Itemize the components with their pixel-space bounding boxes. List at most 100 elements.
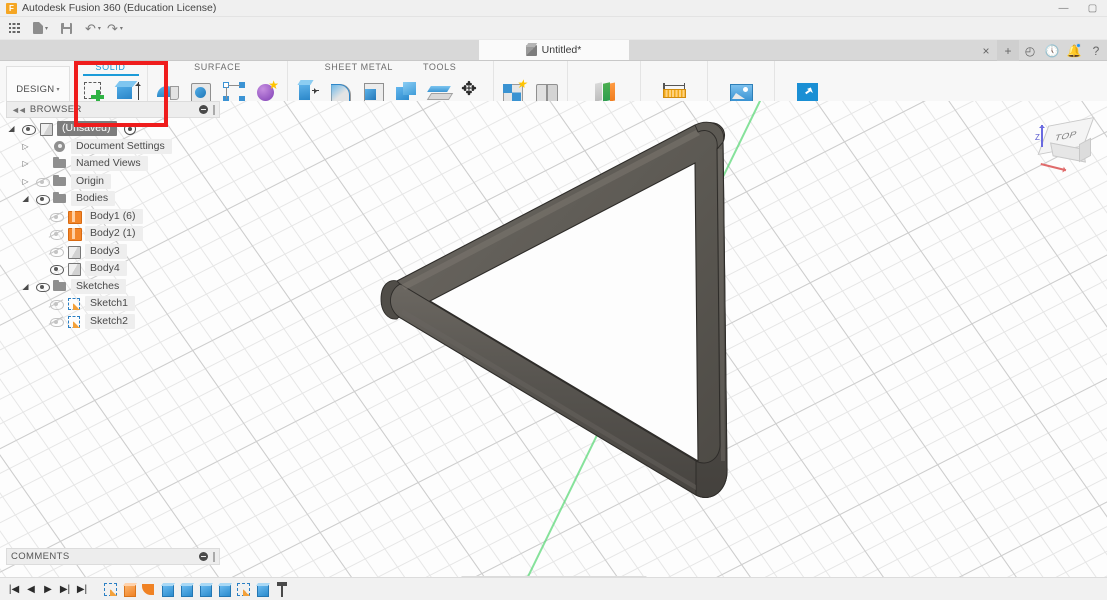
expand-arrow-closed-icon[interactable]: ▷ [20,159,31,168]
timeline-extrude3[interactable] [178,580,196,599]
visibility-eye-icon[interactable] [48,245,64,258]
document-tab-label: Untitled* [541,44,582,56]
folder-icon [53,157,67,170]
go-to-end-button[interactable]: ▶| [74,580,90,599]
expand-arrow-open-icon[interactable]: ◢ [20,282,31,291]
browser-item-label: Origin [71,173,112,189]
step-forward-button[interactable]: ▶| [57,580,73,599]
go-to-beginning-button[interactable]: |◀ [6,580,22,599]
browser-item-sketches[interactable]: ◢ Sketches [6,278,220,296]
visibility-eye-icon[interactable] [48,210,64,223]
browser-item-sketch1[interactable]: Sketch1 [6,295,220,313]
visibility-eye-icon[interactable] [48,315,64,328]
timeline-extrude6[interactable] [254,580,272,599]
visibility-eye-icon[interactable] [48,228,64,240]
browser-title: BROWSER [29,104,82,115]
triangular-rack-body[interactable] [355,109,755,539]
tab-surface[interactable]: SURFACE [194,61,241,74]
sketch-icon [237,582,251,596]
timeline-end-marker[interactable] [273,580,291,599]
comments-settings-icon[interactable] [199,552,208,561]
step-back-button[interactable]: ◀ [23,580,39,599]
undo-caret-icon: ▾ [97,25,101,32]
view-cube[interactable]: TOP Z [1027,105,1099,183]
folder-icon [53,174,67,188]
browser-settings-icon[interactable] [199,105,208,114]
comments-resize-grip[interactable] [213,551,215,562]
browser-item-unsaved[interactable]: ◢ (Unsaved) [6,120,220,138]
browser-item-named-views[interactable]: ▷ Named Views [6,155,220,173]
quick-access-toolbar: ▾ ↶ ▾ ↷ ▾ [0,17,1107,40]
document-cube-icon [39,122,53,137]
visibility-eye-icon[interactable] [35,193,50,205]
new-tab-button[interactable]: + [997,40,1019,61]
expand-arrow-closed-icon[interactable]: ▷ [20,142,31,151]
body-orange-icon [67,210,82,224]
extrude-blue-icon [256,583,270,597]
workspace-caret-icon: ▾ [56,86,60,93]
timeline-extrude4[interactable] [197,580,215,599]
new-file-button[interactable]: ▾ [30,18,51,38]
job-status-icon[interactable]: ◴ [1019,40,1041,61]
body-grey-icon [67,262,81,277]
browser-item-label: Body1 (6) [85,208,143,224]
browser-item-body1-6[interactable]: Body1 (6) [6,208,220,226]
play-button[interactable]: ▶ [40,580,56,599]
redo-button[interactable]: ↷ ▾ [104,18,126,38]
maximize-button[interactable]: ▢ [1078,0,1107,17]
tab-solid[interactable]: SOLID [95,61,125,74]
body-orange-icon [67,227,82,242]
browser-item-body4[interactable]: Body4 [6,260,220,278]
sketch-icon [104,582,118,596]
browser-item-origin[interactable]: ▷ Origin [6,173,220,191]
apps-grid-button[interactable] [6,18,23,38]
new-file-icon [33,22,43,34]
help-icon[interactable]: ? [1085,40,1107,61]
browser-resize-grip[interactable] [213,104,215,115]
expand-arrow-open-icon[interactable]: ◢ [6,124,17,133]
timeline-sketch2[interactable] [235,580,253,599]
redo-caret-icon: ▾ [119,25,123,32]
expand-arrow-closed-icon[interactable]: ▷ [20,177,31,186]
undo-icon: ↶ [85,20,96,36]
notifications-icon[interactable]: 🔔 [1063,40,1085,61]
sketch-icon [67,297,81,311]
timeline-fillet1[interactable] [140,580,158,599]
fusion360-app-icon: F [6,2,17,14]
close-tab-button[interactable]: × [975,40,997,61]
browser-item-body3[interactable]: Body3 [6,243,220,261]
browser-item-bodies[interactable]: ◢ Bodies [6,190,220,208]
tab-tools[interactable]: TOOLS [423,61,456,74]
minimize-button[interactable]: — [1049,0,1078,17]
timeline-extrude5[interactable] [216,580,234,599]
visibility-eye-icon[interactable] [48,298,64,310]
redo-icon: ↷ [106,20,118,36]
visibility-eye-icon[interactable] [35,280,50,293]
browser-item-label: Body2 (1) [85,226,143,242]
browser-collapse-icon[interactable]: ◄◄ [11,105,27,115]
extrude-blue-icon [161,583,175,597]
tab-sheet-metal[interactable]: SHEET METAL [325,61,393,74]
window-title-text: Autodesk Fusion 360 (Education License) [22,2,217,14]
expand-arrow-open-icon[interactable]: ◢ [20,194,31,203]
timeline-sketch1[interactable] [102,580,120,599]
browser-item-label: (Unsaved) [57,121,118,137]
document-tab-bar: Untitled* × + ◴ 🕔 🔔 ? [0,40,1107,61]
activate-radio-icon[interactable] [124,122,137,135]
browser-item-body2-1[interactable]: Body2 (1) [6,225,220,243]
visibility-eye-icon[interactable] [21,123,36,135]
comments-panel[interactable]: COMMENTS [6,548,220,565]
undo-button[interactable]: ↶ ▾ [82,18,104,38]
folder-icon [53,279,67,293]
recent-icon[interactable]: 🕔 [1041,40,1063,61]
tab-bar-right-icons: × + ◴ 🕔 🔔 ? [975,40,1107,61]
document-tab-untitled[interactable]: Untitled* [478,40,629,60]
visibility-eye-icon[interactable] [34,175,50,188]
browser-item-sketch2[interactable]: Sketch2 [6,313,220,331]
browser-item-document-settings[interactable]: ▷ Document Settings [6,138,220,156]
save-icon [61,22,73,34]
visibility-eye-icon[interactable] [49,263,64,275]
save-button[interactable] [58,18,75,38]
timeline-extrude1[interactable] [121,580,139,599]
timeline-extrude2[interactable] [159,580,177,599]
